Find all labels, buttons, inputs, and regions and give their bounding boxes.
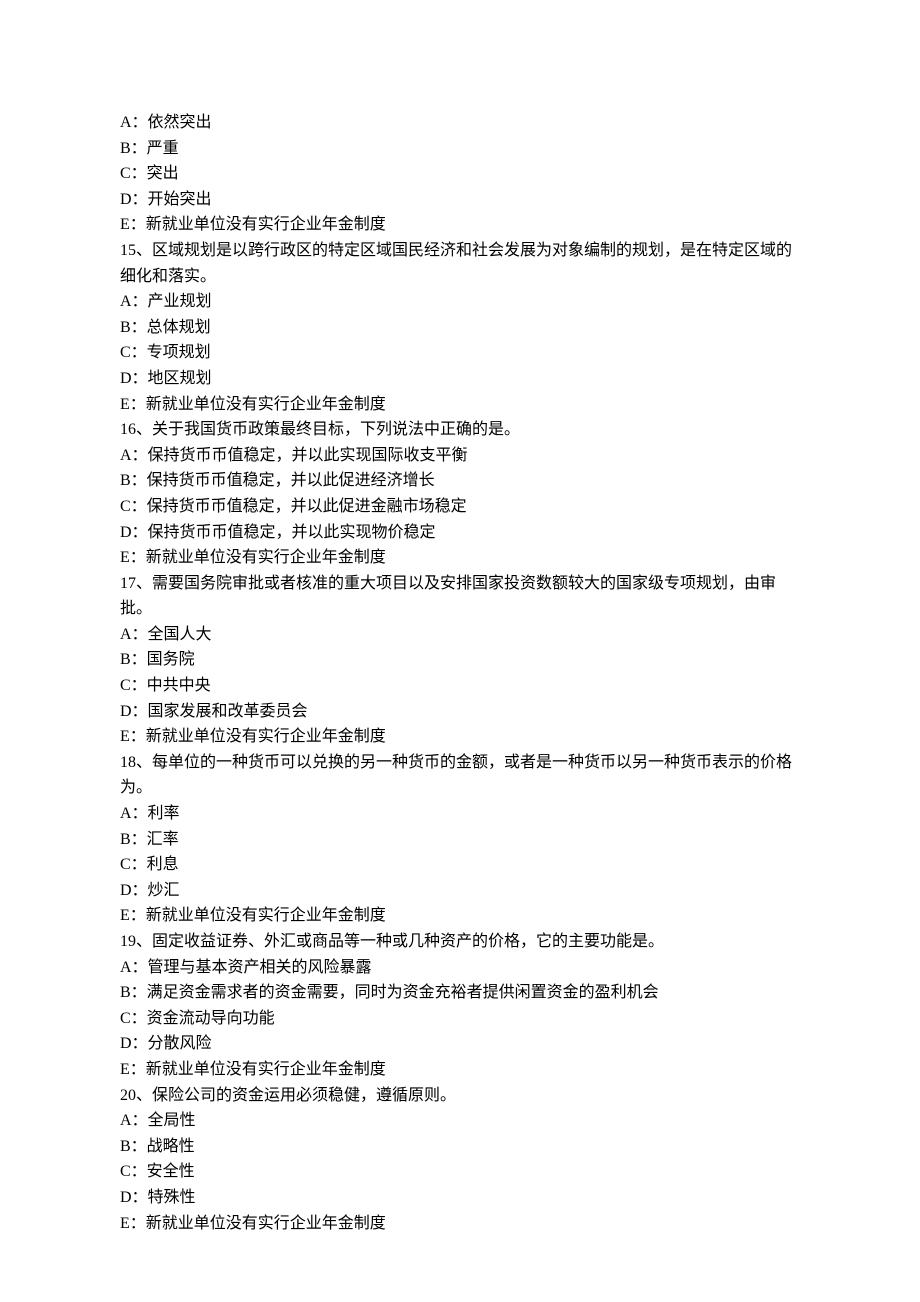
option-line: E：新就业单位没有实行企业年金制度 bbox=[120, 545, 800, 571]
option-line: B：国务院 bbox=[120, 647, 800, 673]
option-line: D：炒汇 bbox=[120, 878, 800, 904]
option-line: C：突出 bbox=[120, 161, 800, 187]
option-line: A：全局性 bbox=[120, 1108, 800, 1134]
option-line: C：安全性 bbox=[120, 1159, 800, 1185]
option-line: E：新就业单位没有实行企业年金制度 bbox=[120, 392, 800, 418]
option-line: D：特殊性 bbox=[120, 1185, 800, 1211]
option-line: B：总体规划 bbox=[120, 315, 800, 341]
question-stem: 18、每单位的一种货币可以兑换的另一种货币的金额，或者是一种货币以另一种货币表示… bbox=[120, 750, 800, 801]
option-line: D：国家发展和改革委员会 bbox=[120, 699, 800, 725]
option-line: A：全国人大 bbox=[120, 622, 800, 648]
option-line: A：保持货币币值稳定，并以此实现国际收支平衡 bbox=[120, 443, 800, 469]
option-line: C：中共中央 bbox=[120, 673, 800, 699]
option-line: E：新就业单位没有实行企业年金制度 bbox=[120, 903, 800, 929]
option-line: A：产业规划 bbox=[120, 289, 800, 315]
question-stem: 17、需要国务院审批或者核准的重大项目以及安排国家投资数额较大的国家级专项规划，… bbox=[120, 571, 800, 622]
question-stem: 16、关于我国货币政策最终目标，下列说法中正确的是。 bbox=[120, 417, 800, 443]
option-line: A：依然突出 bbox=[120, 110, 800, 136]
option-line: A：管理与基本资产相关的风险暴露 bbox=[120, 955, 800, 981]
option-line: D：地区规划 bbox=[120, 366, 800, 392]
option-line: B：保持货币币值稳定，并以此促进经济增长 bbox=[120, 468, 800, 494]
option-line: E：新就业单位没有实行企业年金制度 bbox=[120, 1057, 800, 1083]
option-line: C：利息 bbox=[120, 852, 800, 878]
option-line: E：新就业单位没有实行企业年金制度 bbox=[120, 724, 800, 750]
option-line: D：开始突出 bbox=[120, 187, 800, 213]
option-line: B：满足资金需求者的资金需要，同时为资金充裕者提供闲置资金的盈利机会 bbox=[120, 980, 800, 1006]
option-line: C：资金流动导向功能 bbox=[120, 1006, 800, 1032]
option-line: B：严重 bbox=[120, 136, 800, 162]
option-line: B：汇率 bbox=[120, 827, 800, 853]
question-stem: 19、固定收益证券、外汇或商品等一种或几种资产的价格，它的主要功能是。 bbox=[120, 929, 800, 955]
document-content: A：依然突出 B：严重 C：突出 D：开始突出 E：新就业单位没有实行企业年金制… bbox=[120, 110, 800, 1236]
option-line: D：分散风险 bbox=[120, 1031, 800, 1057]
option-line: B：战略性 bbox=[120, 1134, 800, 1160]
option-line: E：新就业单位没有实行企业年金制度 bbox=[120, 212, 800, 238]
option-line: C：专项规划 bbox=[120, 340, 800, 366]
option-line: D：保持货币币值稳定，并以此实现物价稳定 bbox=[120, 520, 800, 546]
question-stem: 15、区域规划是以跨行政区的特定区域国民经济和社会发展为对象编制的规划，是在特定… bbox=[120, 238, 800, 289]
question-stem: 20、保险公司的资金运用必须稳健，遵循原则。 bbox=[120, 1083, 800, 1109]
option-line: E：新就业单位没有实行企业年金制度 bbox=[120, 1211, 800, 1237]
option-line: C：保持货币币值稳定，并以此促进金融市场稳定 bbox=[120, 494, 800, 520]
option-line: A：利率 bbox=[120, 801, 800, 827]
